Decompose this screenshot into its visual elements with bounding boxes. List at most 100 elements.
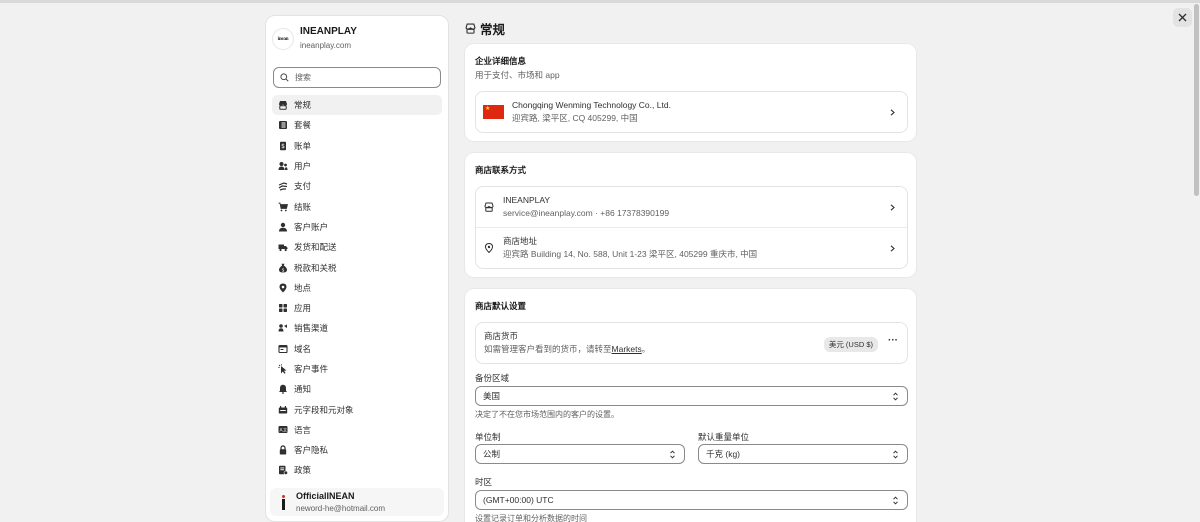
store-address-title: 商店地址: [503, 236, 538, 246]
store-defaults-title: 商店默认设置: [475, 301, 527, 311]
sidebar-item-metafields[interactable]: 元字段和元对象: [272, 399, 442, 419]
business-details-row[interactable]: Chongqing Wenming Technology Co., Ltd. 迎…: [475, 91, 908, 133]
store-contact-title: 商店联系方式: [475, 165, 527, 175]
store-contact-details: service@ineanplay.com · +86 17378390199: [503, 208, 670, 218]
sidebar-item-label: 域名: [294, 343, 312, 354]
business-details-title: 企业详细信息: [475, 56, 527, 66]
user-email: neword-he@hotmail.com: [296, 503, 386, 513]
sidebar-item-label: 语言: [294, 424, 312, 435]
sidebar-item-sales-channels[interactable]: 销售渠道: [272, 318, 442, 338]
svg-text:$: $: [282, 267, 285, 273]
business-details-card: 企业详细信息 用于支付、市场和 app Chongqing Wenming Te…: [464, 43, 917, 142]
backup-region-select[interactable]: 美国: [475, 386, 908, 406]
person-icon: [278, 222, 288, 232]
user-account-card[interactable]: OfficialINEAN neword-he@hotmail.com: [270, 488, 444, 516]
timezone-help: 设置记录订单和分析数据的时间: [475, 514, 587, 522]
page-title: 常规: [465, 20, 506, 37]
period-text: 。: [641, 344, 651, 354]
sidebar-item-customer-accounts[interactable]: 客户账户: [272, 217, 442, 237]
search-input[interactable]: 搜索: [273, 67, 441, 88]
select-arrows-icon: [893, 450, 898, 459]
sidebar-item-plan[interactable]: 套餐: [272, 115, 442, 135]
user-name: OfficialINEAN: [296, 490, 355, 501]
plan-icon: [278, 120, 288, 130]
window-top-border: [0, 0, 1200, 3]
store-header[interactable]: inean INEANPLAY ineanplay.com: [272, 24, 444, 54]
store-currency-desc: 如需管理客户看到的货币，请转至: [484, 344, 612, 354]
sidebar-item-customer-privacy[interactable]: 客户隐私: [272, 440, 442, 460]
store-icon: [278, 100, 288, 110]
sidebar-item-label: 套餐: [294, 120, 312, 131]
sidebar-item-label: 账单: [294, 140, 312, 151]
language-icon: A文: [278, 425, 288, 435]
company-address: 迎宾路, 梁平区, CQ 405299, 中国: [512, 113, 638, 123]
store-icon: [484, 202, 494, 212]
sidebar-item-checkout[interactable]: 结账: [272, 196, 442, 216]
sidebar-item-label: 发货和配送: [294, 242, 337, 253]
currency-badge: 美元 (USD $): [823, 337, 878, 352]
policy-icon: [278, 465, 288, 476]
unit-system-value: 公制: [483, 449, 501, 459]
search-icon: [280, 73, 289, 82]
backup-region-help: 决定了不在您市场范围内的客户的设置。: [475, 410, 619, 419]
timezone-select[interactable]: (GMT+00:00) UTC: [475, 490, 908, 510]
sidebar-item-taxes[interactable]: $ 税款和关税: [272, 257, 442, 277]
apps-icon: [278, 303, 288, 313]
store-logo: inean: [272, 28, 294, 50]
settings-sidebar: inean INEANPLAY ineanplay.com 搜索 常规 套餐 $…: [265, 15, 449, 522]
store-contact-row[interactable]: INEANPLAY service@ineanplay.com · +86 17…: [476, 187, 907, 227]
sidebar-item-payments[interactable]: 支付: [272, 176, 442, 196]
cursor-icon: [278, 364, 288, 374]
default-weight-value: 千克 (kg): [706, 449, 741, 459]
globe-icon: [278, 344, 288, 354]
sidebar-item-label: 税款和关税: [294, 262, 337, 273]
sidebar-item-locations[interactable]: 地点: [272, 278, 442, 298]
sidebar-item-label: 元字段和元对象: [294, 404, 354, 415]
markets-link[interactable]: Markets: [612, 344, 642, 354]
sidebar-item-label: 应用: [294, 303, 312, 314]
location-icon: [484, 242, 494, 254]
metafields-icon: [278, 405, 288, 415]
store-icon: [465, 23, 476, 34]
unit-system-select[interactable]: 公制: [475, 444, 685, 464]
sidebar-item-apps[interactable]: 应用: [272, 298, 442, 318]
close-button[interactable]: [1173, 8, 1192, 27]
timezone-value: (GMT+00:00) UTC: [483, 495, 554, 505]
sidebar-item-label: 政策: [294, 465, 312, 476]
tax-icon: $: [278, 263, 288, 273]
business-details-subtitle: 用于支付、市场和 app: [475, 70, 560, 80]
store-address-row[interactable]: 商店地址 迎宾路 Building 14, No. 588, Unit 1-23…: [476, 228, 907, 268]
truck-icon: [278, 242, 288, 252]
store-domain: ineanplay.com: [300, 41, 351, 50]
sidebar-item-general[interactable]: 常规: [272, 95, 442, 116]
scrollbar[interactable]: [1194, 4, 1199, 196]
sidebar-item-shipping[interactable]: 发货和配送: [272, 237, 442, 257]
store-currency-row: 商店货币 如需管理客户看到的货币，请转至Markets。 美元 (USD $) …: [475, 322, 908, 364]
more-actions-icon[interactable]: ···: [888, 336, 898, 346]
select-arrows-icon: [893, 496, 898, 505]
location-icon: [278, 283, 288, 293]
search-placeholder: 搜索: [295, 73, 311, 82]
sidebar-item-label: 客户账户: [294, 221, 329, 232]
sidebar-item-policies[interactable]: 政策: [272, 460, 442, 480]
timezone-label: 时区: [475, 477, 493, 487]
store-contact-name: INEANPLAY: [503, 195, 551, 205]
china-flag-icon: [483, 105, 504, 119]
default-weight-select[interactable]: 千克 (kg): [698, 444, 908, 464]
sidebar-item-languages[interactable]: A文 语言: [272, 420, 442, 440]
sidebar-item-label: 用户: [294, 161, 312, 172]
sidebar-item-domains[interactable]: 域名: [272, 339, 442, 359]
sidebar-item-users[interactable]: 用户: [272, 156, 442, 176]
settings-nav: 常规 套餐 $ 账单 用户 支付 结账 客户账户 发货和配送 $ 税款和关税 地…: [272, 95, 442, 481]
users-icon: [278, 161, 288, 171]
backup-region-label: 备份区域: [475, 373, 510, 383]
payments-icon: [278, 181, 288, 191]
page-title-text: 常规: [480, 22, 506, 37]
sidebar-item-billing[interactable]: $ 账单: [272, 136, 442, 156]
sidebar-item-customer-events[interactable]: 客户事件: [272, 359, 442, 379]
chevron-right-icon: [889, 108, 896, 116]
default-weight-label: 默认重量单位: [698, 432, 750, 442]
unit-system-label: 单位制: [475, 432, 501, 442]
sidebar-item-notifications[interactable]: 通知: [272, 379, 442, 399]
billing-icon: $: [278, 141, 288, 151]
